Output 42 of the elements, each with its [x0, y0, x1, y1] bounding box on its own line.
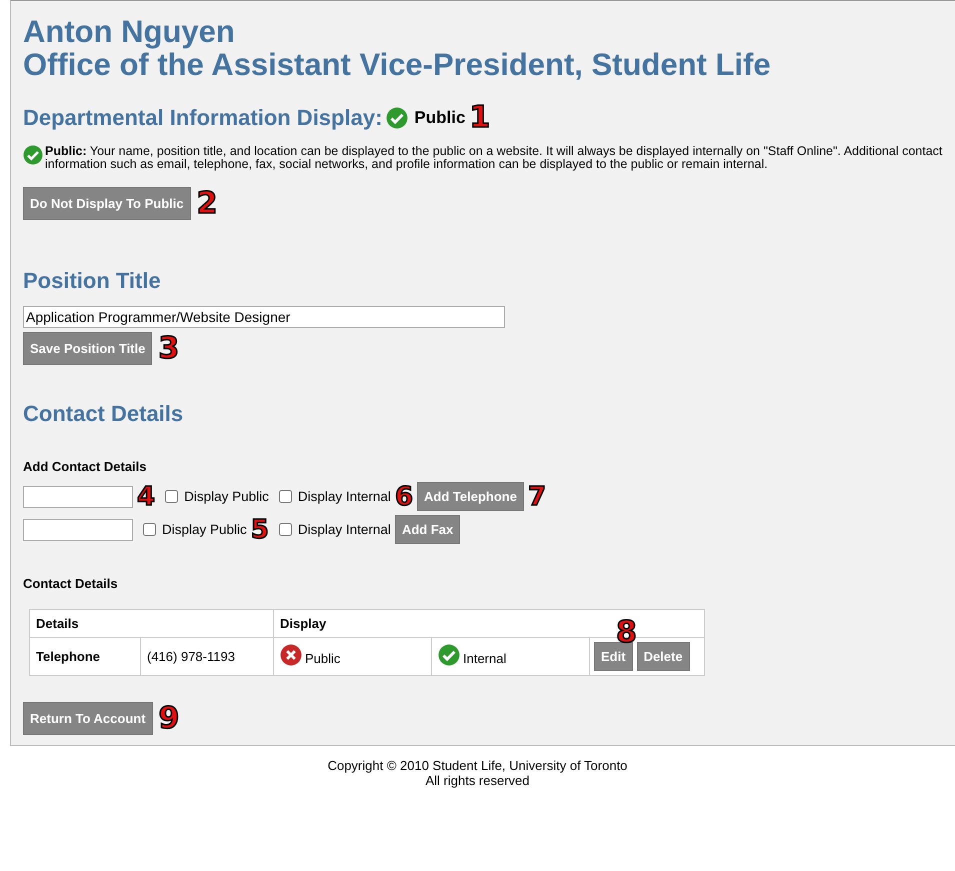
office-title: Office of the Assistant Vice-President, Student Life — [23, 48, 772, 81]
status-label: Internal — [463, 651, 506, 666]
callout-number: 5 — [250, 516, 269, 542]
display-status: Public — [414, 108, 466, 128]
add-contact-button[interactable]: Add Fax — [394, 515, 460, 544]
checkbox-label: Display Internal — [298, 522, 391, 537]
table-cell: Telephone — [30, 638, 140, 676]
subsection-heading: Contact Details — [23, 576, 119, 591]
return-to-account-button[interactable]: Return To Account — [23, 702, 153, 735]
display-internal-checkbox[interactable] — [278, 490, 292, 503]
delete-button[interactable]: Delete — [636, 642, 690, 671]
display-public-checkbox[interactable] — [165, 490, 178, 503]
footer-text: All rights reserved — [424, 773, 531, 788]
display-public-checkbox[interactable] — [143, 523, 156, 536]
contact-field[interactable] — [23, 518, 133, 540]
display-internal-checkbox[interactable] — [278, 523, 292, 536]
save-position-title-button[interactable]: Save Position Title — [23, 332, 152, 365]
position-title-field[interactable]: Application Programmer/Website Designer — [23, 306, 505, 328]
callout-number: 6 — [394, 484, 414, 510]
add-contact-button[interactable]: Add Telephone — [417, 482, 524, 511]
section-heading: Position Title — [23, 268, 162, 294]
checkbox-label: Display Internal — [298, 489, 391, 504]
do-not-display-button[interactable]: Do Not Display To Public — [23, 187, 191, 220]
callout-number: 7 — [528, 484, 546, 510]
callout-number: 1 — [469, 103, 490, 133]
footer-text: Copyright © 2010 Student Life, University of Toronto — [326, 758, 628, 773]
edit-button[interactable]: Edit — [594, 642, 633, 671]
callout-number: 4 — [137, 484, 156, 510]
section-heading: Contact Details — [23, 401, 184, 427]
column-header: Details — [30, 610, 274, 638]
checkbox-label: Display Public — [184, 489, 269, 504]
callout-number: 2 — [196, 188, 218, 218]
notice-text: Public: Your name, position title, and location can be displayed to the public on a website. It will always be displayed internally on "Staff Online". Additional contact information such as email, telephone, fax, social networks, and profile information can be displayed to the public or remain internal. — [45, 144, 942, 171]
callout-number: 9 — [158, 704, 180, 734]
person-name: Anton Nguyen — [23, 15, 236, 48]
section-heading: Departmental Information Display: — [23, 105, 382, 131]
checkbox-label: Display Public — [162, 522, 247, 537]
callout-number: 3 — [158, 334, 180, 364]
status-label: Public — [305, 651, 340, 666]
table-cell: (416) 978-1193 — [140, 638, 274, 676]
contact-field[interactable] — [23, 486, 133, 508]
subsection-heading: Add Contact Details — [23, 459, 148, 474]
